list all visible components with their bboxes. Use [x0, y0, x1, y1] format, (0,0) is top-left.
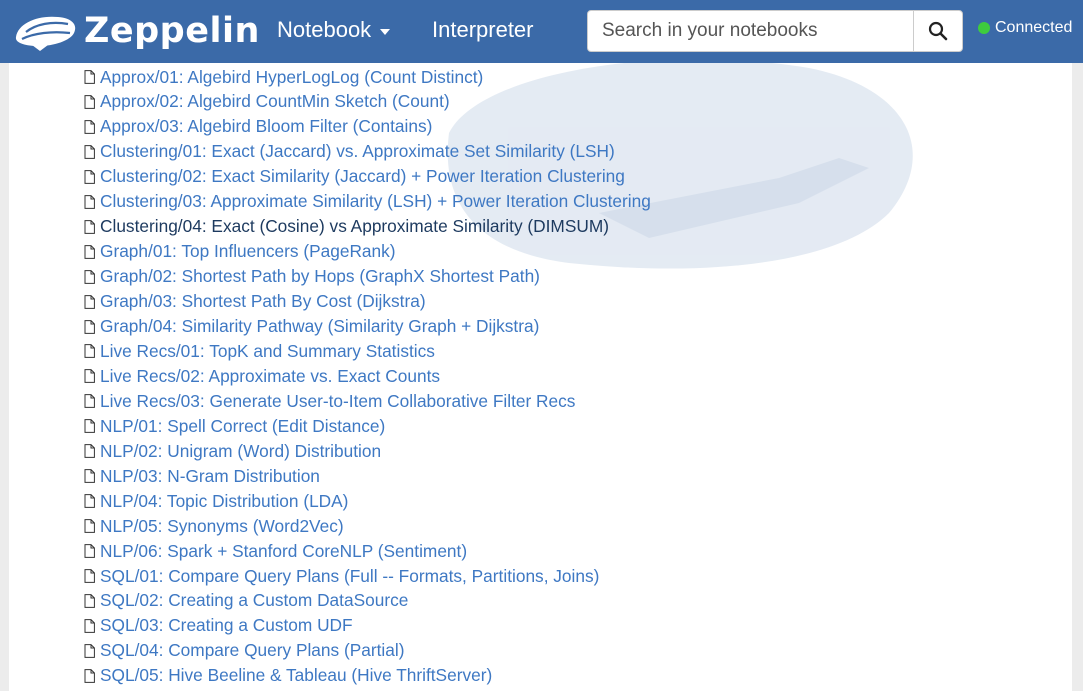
- search-icon: [928, 21, 948, 41]
- file-icon: [84, 594, 95, 608]
- search-input[interactable]: [588, 11, 916, 51]
- notebook-link[interactable]: SQL/03: Creating a Custom UDF: [100, 615, 353, 636]
- notebook-link[interactable]: Graph/03: Shortest Path By Cost (Dijkstr…: [100, 291, 426, 312]
- interpreter-menu[interactable]: Interpreter: [432, 17, 534, 43]
- notebook-list-item: NLP/02: Unigram (Word) Distribution: [84, 439, 381, 463]
- file-icon: [84, 244, 95, 259]
- notebook-list-item: Clustering/02: Exact Similarity (Jaccard…: [84, 165, 625, 189]
- notebook-list-item: NLP/05: Synonyms (Word2Vec): [84, 514, 344, 538]
- notebook-list-item: Live Recs/01: TopK and Summary Statistic…: [84, 339, 435, 363]
- brand-name: Zeppelin: [84, 11, 260, 51]
- file-icon: [84, 119, 95, 134]
- notebook-link[interactable]: Clustering/04: Exact (Cosine) vs Approxi…: [100, 216, 609, 237]
- zeppelin-logo-icon: [15, 16, 76, 51]
- file-icon: [84, 95, 95, 109]
- notebook-list-item: Approx/03: Algebird Bloom Filter (Contai…: [84, 115, 432, 139]
- file-icon: [84, 618, 95, 633]
- chevron-down-icon: [380, 28, 391, 35]
- file-icon: [84, 544, 95, 558]
- file-icon: [84, 344, 95, 359]
- notebook-list-item: Graph/01: Top Influencers (PageRank): [84, 240, 396, 264]
- notebook-link[interactable]: Graph/04: Similarity Pathway (Similarity…: [100, 316, 539, 337]
- notebook-link[interactable]: NLP/05: Synonyms (Word2Vec): [100, 516, 344, 537]
- notebook-link[interactable]: NLP/01: Spell Correct (Edit Distance): [100, 416, 385, 437]
- notebook-list-item: Graph/03: Shortest Path By Cost (Dijkstr…: [84, 290, 426, 314]
- notebook-link[interactable]: Live Recs/02: Approximate vs. Exact Coun…: [100, 366, 440, 387]
- notebook-menu-label: Notebook: [277, 17, 372, 42]
- notebook-list-item: NLP/01: Spell Correct (Edit Distance): [84, 414, 385, 438]
- notebook-link[interactable]: Approx/01: Algebird HyperLogLog (Count D…: [100, 67, 483, 88]
- notebook-list-item: Clustering/04: Exact (Cosine) vs Approxi…: [84, 215, 609, 239]
- notebook-list-item: NLP/04: Topic Distribution (LDA): [84, 489, 348, 513]
- notebook-link[interactable]: NLP/06: Spark + Stanford CoreNLP (Sentim…: [100, 541, 467, 562]
- file-icon: [84, 494, 95, 509]
- file-icon: [84, 668, 95, 683]
- notebook-link[interactable]: Graph/02: Shortest Path by Hops (GraphX …: [100, 266, 540, 287]
- notebook-link[interactable]: NLP/03: N-Gram Distribution: [100, 466, 320, 487]
- notebook-list-panel: Approx/01: Algebird HyperLogLog (Count D…: [9, 63, 1072, 691]
- notebook-list-item: Clustering/03: Approximate Similarity (L…: [84, 190, 651, 214]
- interpreter-menu-label: Interpreter: [432, 17, 534, 42]
- connection-status: Connected: [978, 19, 1072, 37]
- notebook-link[interactable]: Graph/01: Top Influencers (PageRank): [100, 241, 396, 262]
- notebook-link[interactable]: SQL/05: Hive Beeline & Tableau (Hive Thr…: [100, 665, 492, 686]
- file-icon: [84, 519, 95, 533]
- notebook-link[interactable]: Clustering/02: Exact Similarity (Jaccard…: [100, 166, 625, 187]
- notebook-link[interactable]: Clustering/01: Exact (Jaccard) vs. Appro…: [100, 141, 615, 162]
- search-form: [587, 10, 963, 52]
- notebook-list-item: NLP/03: N-Gram Distribution: [84, 464, 320, 488]
- notebook-list-item: SQL/04: Compare Query Plans (Partial): [84, 639, 404, 663]
- notebook-link[interactable]: Live Recs/03: Generate User-to-Item Coll…: [100, 391, 575, 412]
- notebook-list-item: Approx/02: Algebird CountMin Sketch (Cou…: [84, 90, 450, 114]
- file-icon: [84, 444, 95, 459]
- notebook-list-item: SQL/02: Creating a Custom DataSource: [84, 589, 408, 613]
- file-icon: [84, 469, 95, 484]
- notebook-list-item: NLP/06: Spark + Stanford CoreNLP (Sentim…: [84, 539, 467, 563]
- file-icon: [84, 169, 95, 184]
- notebook-list-item: Graph/04: Similarity Pathway (Similarity…: [84, 315, 539, 339]
- notebook-list-item: SQL/01: Compare Query Plans (Full -- For…: [84, 564, 599, 588]
- file-icon: [84, 319, 95, 334]
- notebook-link[interactable]: Clustering/03: Approximate Similarity (L…: [100, 191, 651, 212]
- notebook-link[interactable]: Approx/02: Algebird CountMin Sketch (Cou…: [100, 91, 450, 112]
- notebook-list-item: SQL/05: Hive Beeline & Tableau (Hive Thr…: [84, 664, 492, 688]
- notebook-link[interactable]: NLP/04: Topic Distribution (LDA): [100, 491, 348, 512]
- notebook-list-item: Live Recs/02: Approximate vs. Exact Coun…: [84, 364, 440, 388]
- file-icon: [84, 643, 95, 658]
- notebook-link[interactable]: SQL/02: Creating a Custom DataSource: [100, 590, 408, 611]
- status-dot-icon: [978, 22, 990, 34]
- notebook-link[interactable]: Approx/03: Algebird Bloom Filter (Contai…: [100, 116, 432, 137]
- notebook-list-item: SQL/03: Creating a Custom UDF: [84, 614, 353, 638]
- notebook-link[interactable]: SQL/01: Compare Query Plans (Full -- For…: [100, 566, 599, 587]
- file-icon: [84, 194, 95, 209]
- notebook-link[interactable]: NLP/02: Unigram (Word) Distribution: [100, 441, 381, 462]
- file-icon: [84, 369, 95, 384]
- notebook-list-item: Live Recs/03: Generate User-to-Item Coll…: [84, 389, 575, 413]
- notebook-list-item: Graph/02: Shortest Path by Hops (GraphX …: [84, 265, 540, 289]
- notebook-list-item: Approx/01: Algebird HyperLogLog (Count D…: [84, 65, 483, 89]
- file-icon: [84, 144, 95, 159]
- file-icon: [84, 294, 95, 309]
- notebook-list-item: Clustering/01: Exact (Jaccard) vs. Appro…: [84, 140, 615, 164]
- search-button[interactable]: [913, 11, 962, 51]
- notebook-link[interactable]: Live Recs/01: TopK and Summary Statistic…: [100, 341, 435, 362]
- brand-logo-link[interactable]: Zeppelin: [12, 8, 260, 54]
- file-icon: [84, 394, 95, 409]
- top-navbar: Zeppelin Notebook Interpreter Connected: [0, 0, 1083, 63]
- connection-status-label: Connected: [995, 19, 1073, 36]
- file-icon: [84, 219, 95, 234]
- file-icon: [84, 70, 95, 84]
- notebook-menu[interactable]: Notebook: [277, 17, 391, 43]
- file-icon: [84, 569, 95, 583]
- notebook-link[interactable]: SQL/04: Compare Query Plans (Partial): [100, 640, 404, 661]
- file-icon: [84, 419, 95, 434]
- file-icon: [84, 269, 95, 284]
